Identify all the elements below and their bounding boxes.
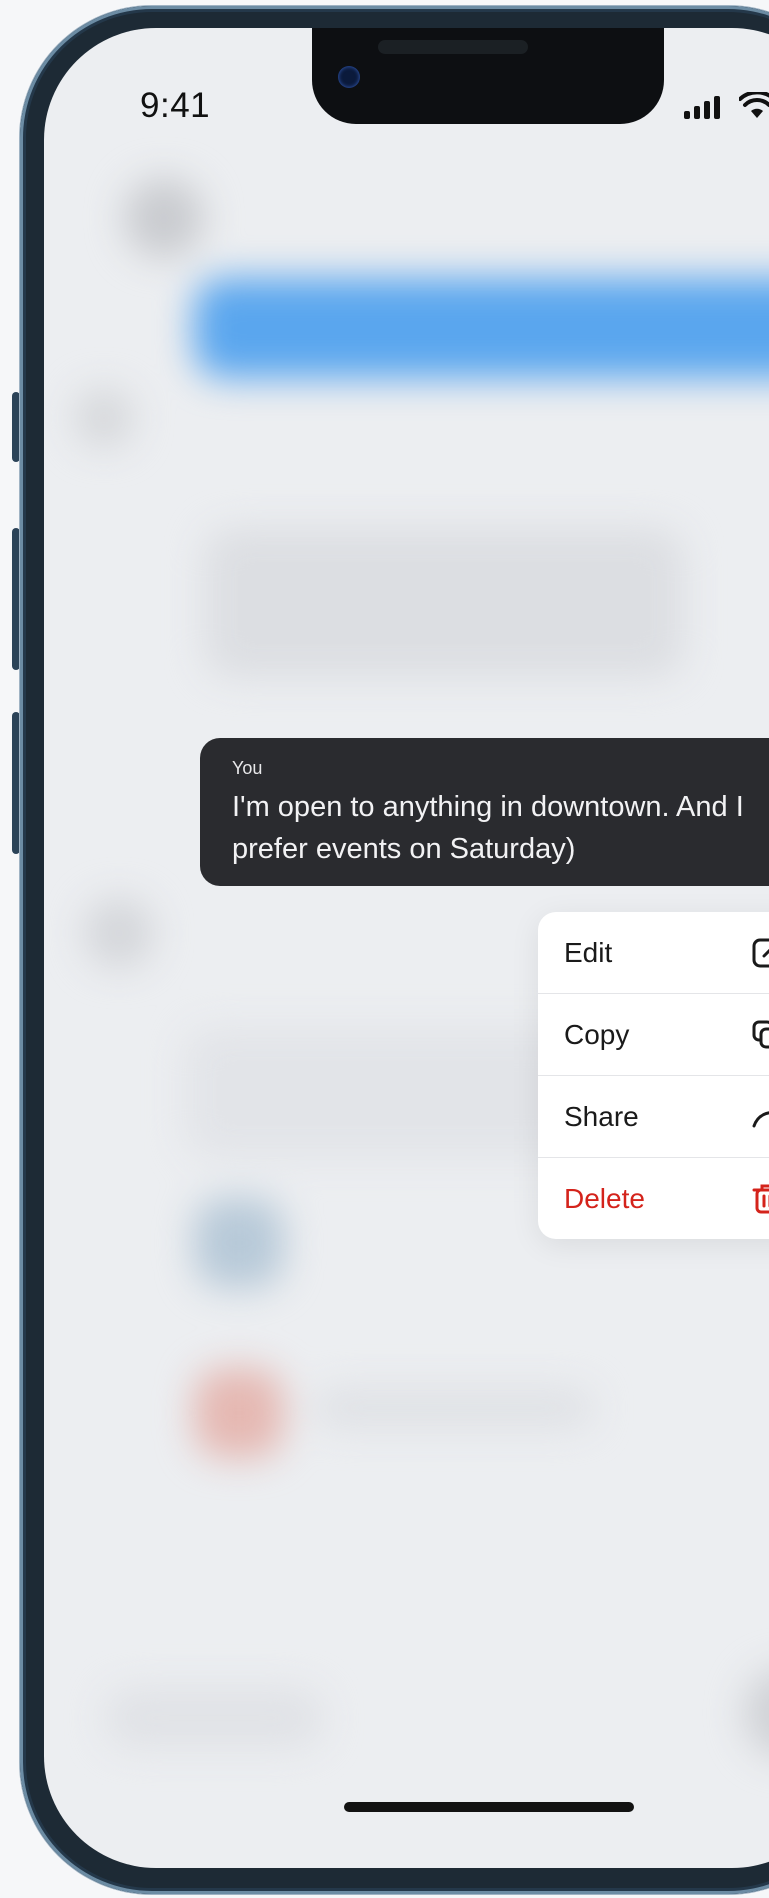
volume-down-button (12, 712, 20, 854)
silent-switch (12, 392, 20, 462)
menu-item-label: Copy (564, 1018, 630, 1050)
device-stage: 9:41 You I'm open to anything in downtow… (0, 0, 769, 1898)
menu-item-share[interactable]: Share (538, 1076, 769, 1158)
menu-item-delete[interactable]: Delete (538, 1158, 769, 1239)
share-icon (752, 1111, 769, 1128)
trash-icon (752, 1184, 769, 1214)
menu-item-label: Share (564, 1100, 639, 1132)
blurred-avatar (124, 178, 204, 258)
message-text: I'm open to anything in downtown. And I … (232, 791, 744, 865)
edit-icon (752, 938, 769, 968)
copy-icon (752, 1020, 769, 1049)
blurred-input-bar (104, 1688, 324, 1748)
blurred-send-button (744, 1668, 769, 1758)
cellular-signal-icon (684, 96, 720, 119)
blurred-thumbnail-blue (194, 1198, 284, 1288)
wifi-icon (739, 92, 769, 118)
menu-item-label: Delete (564, 1182, 645, 1214)
front-camera (338, 66, 360, 88)
menu-item-copy[interactable]: Copy (538, 994, 769, 1076)
blurred-received-bubble (204, 528, 684, 678)
blurred-sent-bubble (194, 278, 769, 378)
volume-up-button (12, 528, 20, 670)
message-context-menu: Edit Copy Share Delete (538, 912, 769, 1239)
home-indicator[interactable] (344, 1802, 634, 1812)
status-time: 9:41 (140, 86, 211, 125)
menu-item-label: Edit (564, 936, 613, 968)
blurred-avatar (74, 388, 134, 448)
blurred-thumbnail-red (194, 1368, 284, 1458)
speaker-grille (378, 40, 528, 54)
message-sender: You (232, 758, 263, 778)
blurred-text-line (314, 1388, 594, 1428)
blurred-avatar (84, 898, 154, 968)
selected-message-bubble[interactable]: You I'm open to anything in downtown. An… (200, 738, 769, 886)
menu-item-edit[interactable]: Edit (538, 912, 769, 994)
phone-screen: 9:41 You I'm open to anything in downtow… (44, 28, 769, 1868)
